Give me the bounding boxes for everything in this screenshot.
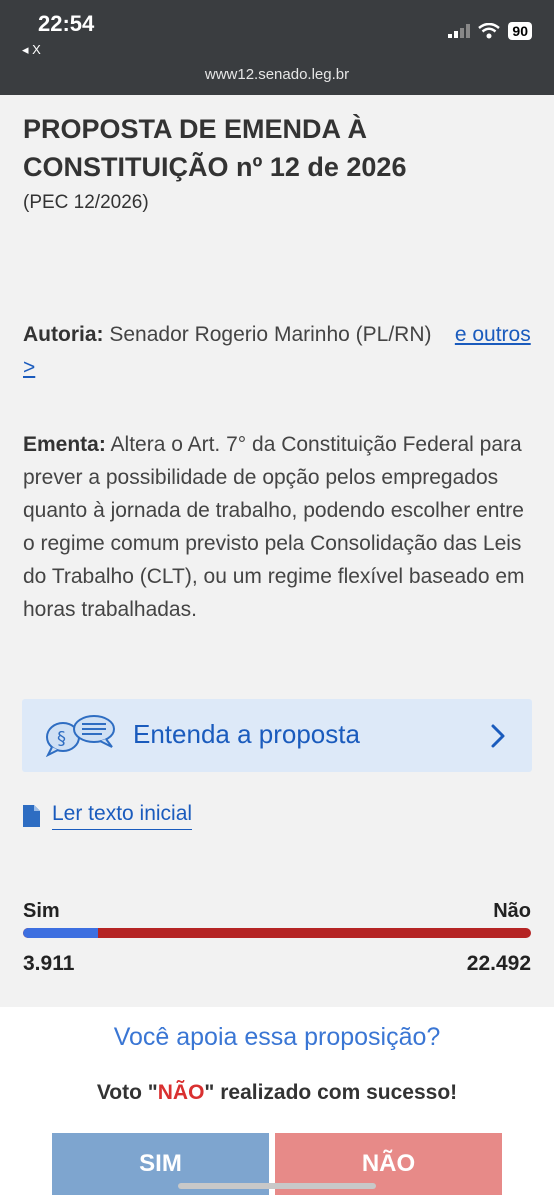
page-title: PROPOSTA DE EMENDA À CONSTITUIÇÃO nº 12 … <box>23 114 407 182</box>
status-icons: 90 <box>448 22 532 40</box>
url-bar[interactable]: www12.senado.leg.br <box>0 66 554 83</box>
nao-count: 22.492 <box>466 952 531 975</box>
authorship-value: Senador Rogerio Marinho (PL/RN) <box>109 323 432 346</box>
signal-icon <box>448 24 471 38</box>
battery-icon: 90 <box>508 22 532 40</box>
clock: 22:54 <box>38 11 95 36</box>
document-icon <box>23 805 40 827</box>
vote-progress-sim <box>23 928 99 938</box>
proposal-code: (PEC 12/2026) <box>23 192 149 213</box>
proposal-header: PROPOSTA DE EMENDA À CONSTITUIÇÃO nº 12 … <box>23 110 533 214</box>
vote-panel: Você apoia essa proposição? Voto "NÃO" r… <box>0 1007 554 1200</box>
vote-labels: Sim Não <box>23 900 531 923</box>
nao-label: Não <box>493 900 531 922</box>
vote-status-suffix: " realizado com sucesso! <box>204 1081 458 1104</box>
vote-status-message: Voto "NÃO" realizado com sucesso! <box>0 1081 554 1105</box>
home-indicator[interactable] <box>178 1183 376 1189</box>
wifi-icon <box>478 23 501 39</box>
browser-status-bar: 22:54 ◂ X 90 www12.senado.leg.br <box>0 0 554 95</box>
vote-counts: 3.911 22.492 <box>23 952 531 976</box>
ler-texto-inicial-link[interactable]: Ler texto inicial <box>23 802 193 830</box>
support-question: Você apoia essa proposição? <box>113 1023 441 1051</box>
svg-text:§: § <box>57 728 66 749</box>
entenda-proposta-button[interactable]: § Entenda a proposta <box>22 699 532 772</box>
vote-status-prefix: Voto " <box>96 1081 158 1104</box>
sim-label: Sim <box>23 900 60 922</box>
ementa-label: Ementa: <box>23 433 106 456</box>
sim-count: 3.911 <box>23 952 75 975</box>
ler-texto-inicial-label: Ler texto inicial <box>52 802 193 830</box>
law-speech-bubbles-icon: § <box>45 715 115 757</box>
vote-progress-bar <box>23 928 531 938</box>
authorship-label: Autoria: <box>23 323 104 346</box>
ementa: Ementa: Altera o Art. 7° da Constituição… <box>23 428 533 626</box>
authorship: Autoria: Senador Rogerio Marinho (PL/RN)… <box>23 318 533 384</box>
entenda-proposta-label: Entenda a proposta <box>133 719 360 749</box>
vote-status-highlight: NÃO <box>157 1081 205 1104</box>
back-to-app-button[interactable]: ◂ X <box>22 42 41 58</box>
ementa-text: Altera o Art. 7° da Constituição Federal… <box>23 433 525 621</box>
chevron-right-icon <box>491 724 505 748</box>
